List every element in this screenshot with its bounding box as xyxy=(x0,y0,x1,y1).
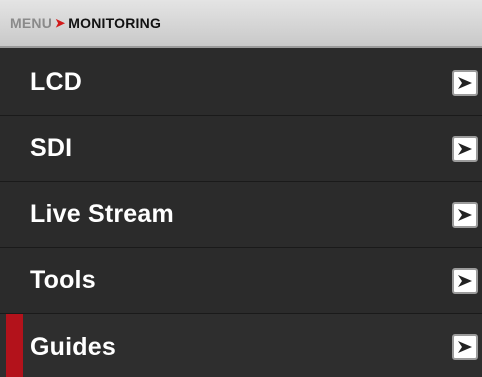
breadcrumb: MENU ➤ MONITORING xyxy=(0,0,482,48)
menu-item-tools[interactable]: Tools xyxy=(0,248,482,314)
monitoring-menu-screen: MENU ➤ MONITORING LCD SDI Live Stream To… xyxy=(0,0,482,377)
breadcrumb-separator-icon: ➤ xyxy=(55,16,66,30)
menu-item-label: Tools xyxy=(30,266,96,294)
menu-item-label: Guides xyxy=(30,332,116,361)
breadcrumb-root-menu[interactable]: MENU xyxy=(10,15,52,31)
menu-item-label: Live Stream xyxy=(30,200,174,228)
chevron-right-icon[interactable] xyxy=(452,201,478,228)
menu-item-label: LCD xyxy=(30,68,82,96)
menu-list: LCD SDI Live Stream Tools Guides xyxy=(0,50,482,377)
menu-item-lcd[interactable]: LCD xyxy=(0,50,482,116)
chevron-right-icon[interactable] xyxy=(452,267,478,294)
menu-item-live-stream[interactable]: Live Stream xyxy=(0,182,482,248)
chevron-right-icon[interactable] xyxy=(452,135,478,162)
breadcrumb-current-monitoring: MONITORING xyxy=(68,15,162,31)
menu-item-guides[interactable]: Guides xyxy=(0,314,482,377)
menu-item-sdi[interactable]: SDI xyxy=(0,116,482,182)
chevron-right-icon[interactable] xyxy=(452,334,478,360)
chevron-right-icon[interactable] xyxy=(452,69,478,96)
menu-item-label: SDI xyxy=(30,134,73,162)
selection-indicator xyxy=(6,314,23,377)
